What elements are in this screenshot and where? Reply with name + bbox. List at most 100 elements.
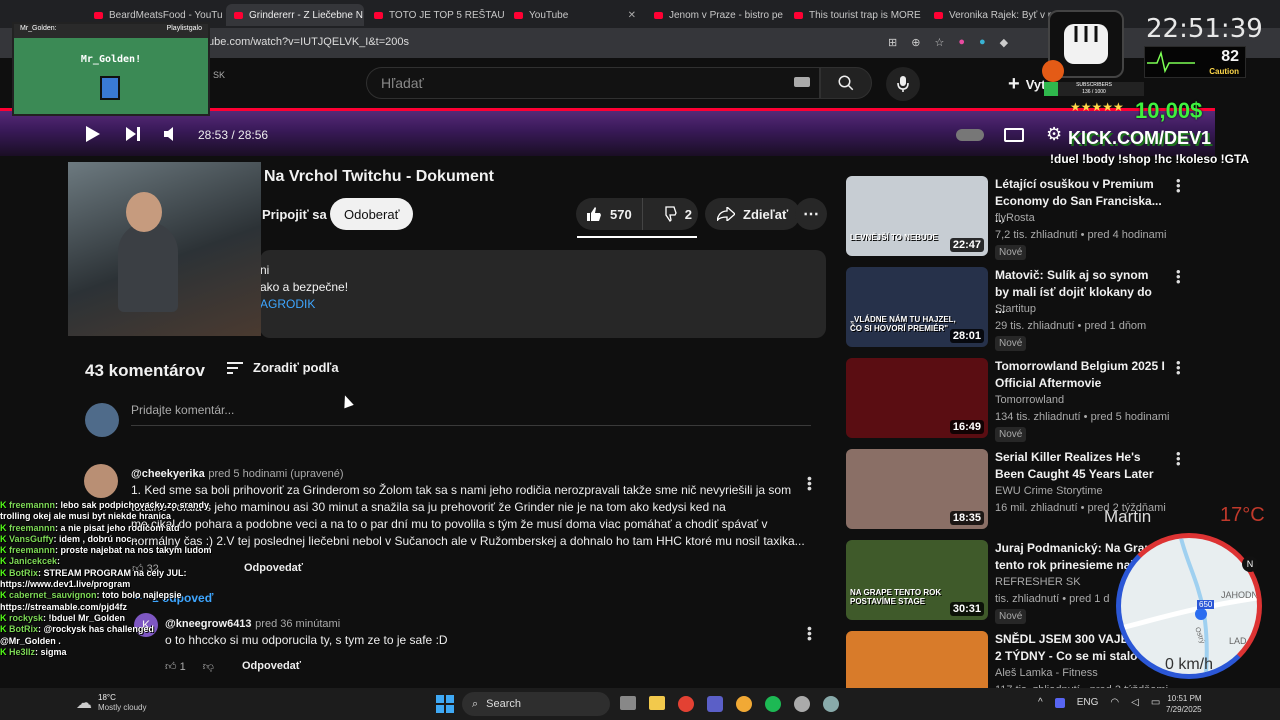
volume-button[interactable]	[164, 127, 178, 144]
start-button[interactable]	[436, 695, 454, 716]
channel-name[interactable]: Startitup	[995, 303, 1036, 315]
steam-icon[interactable]	[794, 696, 810, 712]
chat-username: freemannn	[9, 500, 56, 510]
video-menu-icon[interactable]: •••	[1176, 174, 1181, 197]
temperature: 17°C	[1220, 504, 1265, 526]
battery-icon[interactable]: ▭	[1151, 697, 1160, 708]
browser-tab[interactable]: YouTube ✕	[506, 4, 644, 26]
keyboard-icon[interactable]	[794, 77, 810, 87]
file-explorer-icon[interactable]	[649, 696, 665, 710]
share-button[interactable]: Zdieľať	[705, 198, 801, 230]
comment-menu-icon[interactable]: • • •	[807, 621, 812, 645]
dislike-button[interactable]: 2	[651, 198, 702, 230]
join-button[interactable]: Pripojiť sa	[250, 198, 339, 230]
zoom-icon[interactable]: ⊕	[911, 36, 920, 49]
weather-widget[interactable]: ☁ 18°C Mostly cloudy	[76, 693, 146, 713]
video-menu-icon[interactable]: •••	[1176, 447, 1181, 470]
browser-tab[interactable]: Veronika Rajek: Byť v mo✕	[926, 4, 1064, 26]
chat-username: He3llz	[9, 646, 36, 657]
extension-icon[interactable]: ◆	[1000, 36, 1008, 49]
subtitles-icon[interactable]	[1004, 128, 1024, 142]
comment-menu-icon[interactable]: • • •	[807, 471, 812, 495]
search-input[interactable]: Hľadať	[366, 67, 820, 99]
description-box[interactable]: ni ako a bezpečne! AGRODIK	[260, 250, 826, 338]
url-text[interactable]: tube.com/watch?v=IUTJQELVK_I&t=200s	[205, 36, 409, 48]
reply-button[interactable]: Odpovedať	[242, 660, 301, 672]
video-menu-icon[interactable]: •••	[1176, 265, 1181, 288]
kick-badge-icon: K	[0, 646, 9, 657]
discord-icon[interactable]	[1054, 697, 1065, 708]
comment-count: 43 komentárov	[85, 361, 205, 380]
cloud-icon: ☁	[76, 695, 92, 712]
chrome-canary-icon[interactable]	[736, 696, 752, 712]
description-link[interactable]: AGRODIK	[260, 296, 826, 313]
video-thumbnail[interactable]: NA GRAPE TENTO ROK POSTAVÍME STAGE 30:31	[846, 540, 988, 620]
game-player-name: Mr_Golden!	[80, 54, 142, 65]
recommended-title[interactable]: Tomorrowland Belgium 2025 I Official Aft…	[995, 358, 1165, 392]
chat-text: : proste najebat na nos takym ludom	[55, 545, 212, 556]
commenter-avatar[interactable]	[84, 464, 118, 498]
channel-name[interactable]: REFRESHER SK	[995, 576, 1081, 588]
autoplay-toggle[interactable]	[956, 129, 984, 141]
comment-author[interactable]: @cheekyerika	[131, 468, 205, 480]
language-indicator[interactable]: ENG	[1077, 697, 1099, 708]
road-number: 650	[1197, 600, 1215, 609]
donation-amount: 10,00$	[1135, 98, 1203, 123]
recommended-video[interactable]: „VLÁDNE NÁM TU HAJZEL, ČO SI HOVORÍ PREM…	[846, 265, 1186, 351]
chat-message: @Mr_Golden .	[0, 636, 340, 647]
tab-label: Grindererr - Z Liečebne N	[249, 9, 363, 21]
video-thumbnail[interactable]: „VLÁDNE NÁM TU HAJZEL, ČO SI HOVORÍ PREM…	[846, 267, 988, 347]
browser-tab[interactable]: TOTO JE TOP 5 REŠTAURÁ✕	[366, 4, 504, 26]
comment-like-button[interactable]: 👍︎ 1 👎︎	[165, 660, 214, 673]
browser-tab[interactable]: This tourist trap is MORE✕	[786, 4, 924, 26]
volume-icon[interactable]: ◁	[1131, 697, 1139, 708]
chat-username: BotRix	[9, 567, 38, 578]
tray-overflow-icon[interactable]: ^	[1038, 697, 1043, 708]
extension-icon[interactable]: ●	[958, 36, 965, 49]
browser-tab[interactable]: Jenom v Praze - bistro pe✕	[646, 4, 784, 26]
video-thumbnail[interactable]: 18:35	[846, 449, 988, 529]
play-button[interactable]	[86, 126, 100, 145]
video-thumbnail[interactable]: 16:49	[846, 358, 988, 438]
channel-name[interactable]: flyRosta	[995, 212, 1035, 224]
taskbar-search[interactable]: ⌕ Search	[462, 692, 610, 716]
like-button[interactable]: 570	[576, 198, 643, 230]
wifi-icon[interactable]: ◠	[1110, 697, 1119, 708]
thumb-down-icon[interactable]: 👎︎	[203, 661, 214, 673]
kick-badge-icon: K	[0, 590, 9, 601]
spotify-icon[interactable]	[765, 696, 781, 712]
next-button[interactable]	[126, 127, 140, 144]
video-duration: 18:35	[949, 511, 984, 525]
voice-search-button[interactable]	[886, 67, 920, 101]
chat-text: :	[57, 556, 61, 567]
user-avatar	[85, 403, 119, 437]
streamer-figure	[118, 222, 178, 312]
add-comment-input[interactable]: Pridajte komentár...	[131, 403, 811, 426]
settings-gear-icon[interactable]: ⚙	[1046, 124, 1062, 145]
volume-icon	[164, 127, 173, 141]
comment-time[interactable]: pred 5 hodinami (upravené)	[208, 468, 343, 480]
settings-gear-icon[interactable]	[823, 696, 839, 712]
install-icon[interactable]: ⊞	[888, 36, 897, 49]
video-menu-icon[interactable]: •••	[1176, 356, 1181, 379]
close-tab-icon[interactable]: ✕	[628, 10, 636, 21]
channel-name[interactable]: Aleš Lamka - Fitness	[995, 667, 1098, 679]
recommended-video[interactable]: LEVNĚJŠÍ TO NEBUDE 22:47 Létající osuškou …	[846, 174, 1186, 260]
chrome-icon[interactable]	[678, 696, 694, 712]
taskbar-clock[interactable]: 10:51 PM 7/29/2025	[1166, 693, 1202, 715]
browser-tab[interactable]: Grindererr - Z Liečebne N✕	[226, 4, 364, 26]
more-actions-button[interactable]: ⋯	[795, 198, 827, 230]
channel-name[interactable]: EWU Crime Storytime	[995, 485, 1103, 497]
recommended-title[interactable]: Serial Killer Realizes He's Been Caught …	[995, 449, 1165, 483]
recommended-video[interactable]: 16:49 Tomorrowland Belgium 2025 I Officia…	[846, 356, 1186, 442]
teams-icon[interactable]	[707, 696, 723, 712]
video-thumbnail[interactable]: LEVNĚJŠÍ TO NEBUDE 22:47	[846, 176, 988, 256]
compass-north: N	[1242, 556, 1258, 572]
task-view-icon[interactable]	[620, 696, 636, 710]
channel-name[interactable]: Tomorrowland	[995, 394, 1064, 406]
sort-button[interactable]: Zoradiť podľa	[227, 360, 339, 375]
subscribe-button[interactable]: Odoberať	[330, 198, 414, 230]
bookmark-star-icon[interactable]: ☆	[934, 36, 944, 49]
extension-icon[interactable]: ●	[979, 36, 986, 49]
search-button[interactable]	[820, 67, 872, 99]
